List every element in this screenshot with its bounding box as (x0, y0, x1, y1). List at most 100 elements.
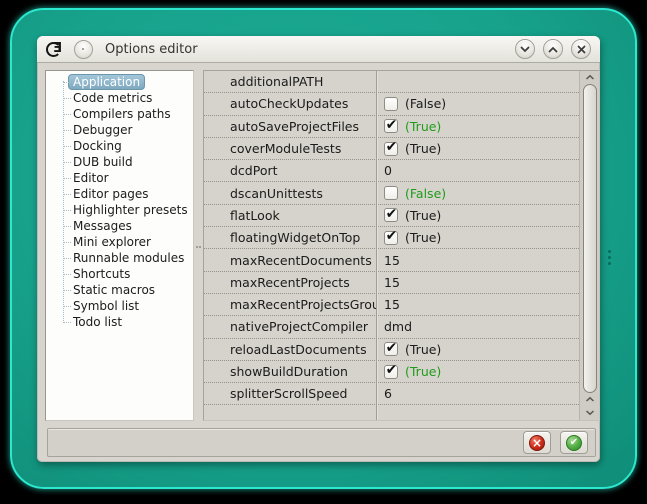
property-row-maxRecentDocuments[interactable]: maxRecentDocuments 15 (204, 249, 579, 271)
property-name: dscanUnittests (204, 186, 376, 201)
checkbox-checked-icon[interactable]: ✔ (384, 231, 398, 245)
sidebar-item-label: Runnable modules (73, 251, 184, 265)
sidebar-item-debugger[interactable]: Debugger (46, 122, 193, 138)
sidebar-item-compilers-paths[interactable]: Compilers paths (46, 106, 193, 122)
property-value-cell[interactable]: ✔ (True) (376, 119, 579, 134)
sidebar-item-label: Shortcuts (73, 267, 130, 281)
property-row-dcdPort[interactable]: dcdPort 0 (204, 160, 579, 182)
sidebar-item-symbol-list[interactable]: Symbol list (46, 298, 193, 314)
sidebar-item-editor[interactable]: Editor (46, 170, 193, 186)
property-value-cell[interactable]: 15 (376, 297, 579, 312)
property-value: 0 (384, 163, 392, 178)
close-button[interactable] (571, 39, 591, 59)
property-value-cell[interactable]: 15 (376, 275, 579, 290)
sidebar-item-label: Messages (73, 219, 132, 233)
options-category-tree: Application Code metrics Compilers paths… (45, 70, 194, 421)
property-value-cell[interactable]: ✔(True) (376, 364, 579, 379)
property-row-autoCheckUpdates[interactable]: autoCheckUpdates (False) (204, 93, 579, 115)
property-value-cell[interactable]: ✔(True) (376, 208, 579, 223)
property-name: maxRecentProjects (204, 275, 376, 290)
property-row-maxRecentProjectsGrou[interactable]: maxRecentProjectsGrou 15 (204, 294, 579, 316)
accept-button[interactable]: ✔ (560, 431, 588, 454)
property-row-showBuildDuration[interactable]: showBuildDuration ✔(True) (204, 361, 579, 383)
accept-check-icon: ✔ (566, 435, 582, 451)
property-grid: additionalPATH autoCheckUpdates (False) … (203, 70, 600, 421)
property-name: autoCheckUpdates (204, 96, 376, 111)
sidebar-item-label: Docking (73, 139, 122, 153)
property-row-maxRecentProjects[interactable]: maxRecentProjects 15 (204, 272, 579, 294)
property-value-cell[interactable]: 6 (376, 386, 579, 401)
window-title: Options editor (105, 42, 198, 57)
sidebar-item-todo-list[interactable]: Todo list (46, 314, 193, 330)
checkbox-unchecked-icon[interactable] (384, 186, 398, 200)
chevron-down-icon (520, 46, 530, 53)
property-value: dmd (384, 319, 412, 334)
sidebar-item-label: Static macros (73, 283, 155, 297)
checkbox-checked-icon[interactable]: ✔ (384, 119, 398, 133)
splitter-grip-icon (196, 246, 198, 248)
sidebar-item-label: Code metrics (73, 91, 152, 105)
column-separator[interactable] (376, 71, 377, 420)
frame-resize-grip-icon[interactable] (608, 250, 611, 253)
chevron-up-icon (585, 74, 595, 81)
close-icon (577, 45, 586, 54)
sidebar-item-editor-pages[interactable]: Editor pages (46, 186, 193, 202)
cancel-button[interactable]: × (523, 431, 551, 454)
sidebar-item-docking[interactable]: Docking (46, 138, 193, 154)
sidebar-item-code-metrics[interactable]: Code metrics (46, 90, 193, 106)
property-value-cell[interactable]: 15 (376, 253, 579, 268)
vertical-scrollbar[interactable] (579, 71, 599, 420)
scroll-up-button-bottom[interactable] (581, 393, 599, 406)
property-name: additionalPATH (204, 74, 376, 89)
cancel-x-icon: × (529, 435, 545, 451)
property-value: 15 (384, 253, 400, 268)
property-row-nativeProjectCompiler[interactable]: nativeProjectCompiler dmd (204, 316, 579, 338)
property-value-cell[interactable]: dmd (376, 319, 579, 334)
sidebar-item-messages[interactable]: Messages (46, 218, 193, 234)
checkbox-checked-icon[interactable]: ✔ (384, 342, 398, 356)
property-name: maxRecentProjectsGrou (204, 297, 376, 312)
property-row-flatLook[interactable]: flatLook ✔(True) (204, 205, 579, 227)
sidebar-item-label: Compilers paths (73, 107, 171, 121)
property-value: (True) (405, 119, 441, 134)
sidebar-item-dub-build[interactable]: DUB build (46, 154, 193, 170)
property-row-dscanUnittests[interactable]: dscanUnittests (False) (204, 182, 579, 204)
sidebar-item-application[interactable]: Application (46, 74, 193, 90)
property-name: nativeProjectCompiler (204, 319, 376, 334)
property-name: dcdPort (204, 163, 376, 178)
sidebar-item-shortcuts[interactable]: Shortcuts (46, 266, 193, 282)
property-value-cell[interactable]: 0 (376, 163, 579, 178)
property-row-floatingWidgetOnTop[interactable]: floatingWidgetOnTop ✔(True) (204, 227, 579, 249)
unshade-button[interactable] (543, 39, 563, 59)
shade-button[interactable] (515, 39, 535, 59)
property-row-autoSaveProjectFiles[interactable]: autoSaveProjectFiles ✔(True) (204, 116, 579, 138)
scroll-down-button[interactable] (581, 406, 599, 419)
checkbox-checked-icon[interactable]: ✔ (384, 365, 398, 379)
property-value-cell[interactable]: ✔(True) (376, 230, 579, 245)
property-value-cell[interactable]: ✔(True) (376, 342, 579, 357)
checkbox-unchecked-icon[interactable] (384, 97, 398, 111)
property-value-cell[interactable]: ✔(True) (376, 141, 579, 156)
property-row-coverModuleTests[interactable]: coverModuleTests ✔(True) (204, 138, 579, 160)
property-value-cell[interactable]: (False) (376, 96, 579, 111)
panel-splitter[interactable] (195, 70, 203, 421)
property-row-splitterScrollSpeed[interactable]: splitterScrollSpeed 6 (204, 383, 579, 405)
sidebar-item-highlighter-presets[interactable]: Highlighter presets (46, 202, 193, 218)
property-row-additionalPATH[interactable]: additionalPATH (204, 71, 579, 93)
property-value-cell[interactable]: (False) (376, 186, 579, 201)
property-grid-rows: additionalPATH autoCheckUpdates (False) … (204, 71, 579, 420)
titlebar[interactable]: Ǝ Options editor (37, 36, 600, 63)
chevron-up-icon (548, 46, 558, 53)
sidebar-item-runnable-modules[interactable]: Runnable modules (46, 250, 193, 266)
sidebar-item-static-macros[interactable]: Static macros (46, 282, 193, 298)
window-menu-button[interactable] (74, 40, 93, 59)
chevron-up-icon (585, 396, 595, 403)
property-value: (False) (405, 186, 446, 201)
scrollbar-thumb[interactable] (583, 84, 597, 393)
scroll-up-button[interactable] (581, 71, 599, 84)
sidebar-item-mini-explorer[interactable]: Mini explorer (46, 234, 193, 250)
property-row-reloadLastDocuments[interactable]: reloadLastDocuments ✔(True) (204, 339, 579, 361)
checkbox-checked-icon[interactable]: ✔ (384, 142, 398, 156)
property-value: 15 (384, 297, 400, 312)
checkbox-checked-icon[interactable]: ✔ (384, 208, 398, 222)
